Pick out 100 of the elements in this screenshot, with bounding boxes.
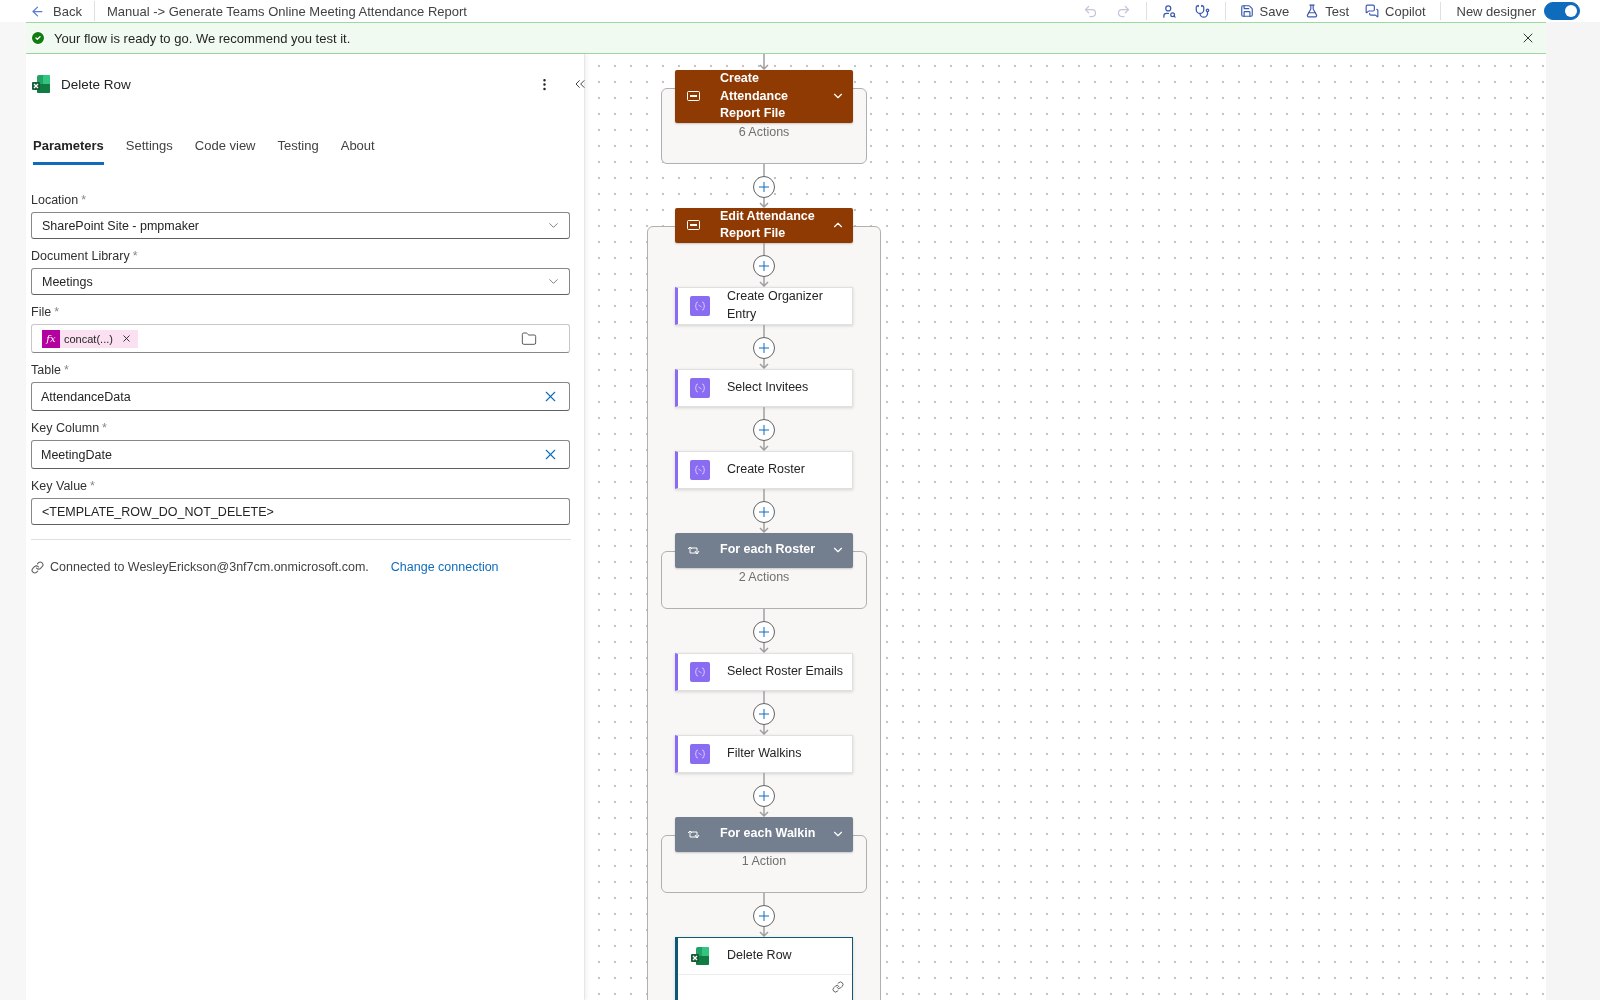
tab[interactable]: About bbox=[340, 132, 375, 165]
variable-icon bbox=[690, 377, 710, 398]
scope-step[interactable]: Edit Attendance Report File bbox=[675, 207, 853, 243]
step-title: Select Roster Emails bbox=[727, 662, 844, 680]
loop-icon bbox=[687, 828, 700, 840]
field-label: File bbox=[31, 305, 52, 319]
loop-step[interactable]: For each Roster bbox=[675, 532, 853, 568]
connector-arrow bbox=[759, 522, 769, 533]
dropdown-field[interactable]: Meetings bbox=[31, 268, 570, 295]
add-step-button[interactable] bbox=[753, 702, 775, 725]
dropdown-field[interactable]: SharePoint Site - pmpmaker bbox=[31, 212, 570, 239]
toggle-label: New designer bbox=[1456, 3, 1536, 19]
add-step-button[interactable] bbox=[753, 500, 775, 523]
input-field[interactable]: fx concat(...) bbox=[31, 324, 570, 353]
connection-text: Connected to WesleyErickson@3nf7cm.onmicrosoft.com. bbox=[50, 560, 369, 574]
variable-icon bbox=[690, 743, 710, 764]
link-icon bbox=[31, 560, 44, 574]
stethoscope-icon bbox=[1194, 3, 1210, 19]
action-step[interactable]: Select Invitees bbox=[675, 368, 853, 407]
connector-arrow bbox=[759, 806, 769, 817]
add-step-button[interactable] bbox=[753, 620, 775, 643]
add-step-button[interactable] bbox=[753, 784, 775, 807]
save-icon bbox=[1239, 4, 1254, 18]
action-count: 1 Action bbox=[741, 853, 787, 868]
add-step-button[interactable] bbox=[753, 175, 775, 198]
required-mark: * bbox=[54, 305, 60, 319]
scope-step[interactable]: Create Attendance Report File bbox=[675, 70, 853, 123]
step-title: Create Attendance Report File bbox=[720, 70, 790, 122]
field-label: Location bbox=[31, 193, 79, 207]
spreadsheet-icon bbox=[690, 945, 710, 966]
panel-title: Delete Row bbox=[61, 76, 132, 92]
add-step-button[interactable] bbox=[753, 254, 775, 277]
step-title: Filter Walkins bbox=[727, 744, 803, 762]
action-count: 6 Actions bbox=[738, 124, 790, 139]
remove-icon[interactable] bbox=[120, 333, 132, 344]
connector-arrow bbox=[759, 197, 769, 208]
field-label: Key Column bbox=[31, 421, 100, 435]
add-step-button[interactable] bbox=[753, 336, 775, 359]
connector-arrow bbox=[759, 642, 769, 653]
change-connection-link[interactable]: Change connection bbox=[390, 560, 499, 574]
required-mark: * bbox=[81, 193, 87, 207]
redo-icon bbox=[1115, 3, 1131, 19]
function-icon: fx bbox=[42, 329, 60, 348]
connector-arrow bbox=[759, 54, 769, 70]
tab[interactable]: Parameters bbox=[33, 132, 104, 165]
step-title: Create Roster bbox=[727, 460, 806, 478]
required-mark: * bbox=[102, 421, 107, 435]
action-step[interactable]: Select Roster Emails bbox=[675, 652, 853, 691]
required-mark: * bbox=[63, 363, 69, 377]
field-label: Table bbox=[31, 363, 61, 377]
loop-step[interactable]: For each Walkin bbox=[675, 816, 853, 852]
step-title: Edit Attendance Report File bbox=[720, 207, 816, 242]
expression-token[interactable]: fx concat(...) bbox=[42, 329, 138, 348]
back-button[interactable]: Back bbox=[30, 1, 95, 21]
required-mark: * bbox=[90, 479, 95, 493]
chat-icon bbox=[1365, 4, 1380, 18]
action-step[interactable]: Filter Walkins bbox=[675, 734, 853, 773]
step-title: Delete Row bbox=[727, 946, 793, 964]
field-label: Key Value bbox=[31, 479, 88, 493]
loop-icon bbox=[687, 544, 700, 556]
step-title: Select Invitees bbox=[727, 378, 810, 396]
person-search-icon bbox=[1161, 3, 1177, 19]
connector-arrow bbox=[759, 926, 769, 937]
token-label: concat(...) bbox=[64, 332, 113, 345]
step-title: For each Roster bbox=[720, 541, 817, 559]
input-field[interactable]: AttendanceData bbox=[31, 382, 570, 411]
spreadsheet-icon bbox=[31, 74, 51, 94]
flow-title: Manual -> Generate Teams Online Meeting Attendance Report bbox=[106, 3, 467, 19]
variable-icon bbox=[690, 459, 710, 480]
action-step[interactable]: Create Roster bbox=[675, 450, 853, 489]
required-mark: * bbox=[132, 249, 138, 263]
copilot-button[interactable]: Copilot bbox=[1357, 3, 1434, 19]
scope-icon bbox=[687, 220, 700, 230]
scope-icon bbox=[687, 91, 700, 102]
add-step-button[interactable] bbox=[753, 904, 775, 927]
variable-icon bbox=[690, 295, 710, 316]
success-icon bbox=[30, 30, 46, 46]
save-button[interactable]: Save bbox=[1231, 3, 1298, 19]
connector-arrow bbox=[759, 724, 769, 735]
step-title: For each Walkin bbox=[720, 825, 817, 843]
connector-arrow bbox=[759, 358, 769, 369]
toggle-switch[interactable] bbox=[1544, 2, 1580, 20]
step-title: Create Organizer Entry bbox=[727, 288, 824, 323]
field-label: Document Library bbox=[31, 249, 130, 263]
input-field[interactable]: MeetingDate bbox=[31, 440, 570, 469]
connector-arrow bbox=[759, 276, 769, 287]
add-step-button[interactable] bbox=[753, 418, 775, 441]
tab[interactable]: Code view bbox=[194, 132, 256, 165]
action-step[interactable]: Delete Row bbox=[675, 936, 853, 1000]
undo-icon bbox=[1082, 3, 1098, 19]
test-button[interactable]: Test bbox=[1297, 3, 1358, 19]
folder-icon[interactable] bbox=[521, 330, 537, 347]
banner-message: Your flow is ready to go. We recommend you test it. bbox=[54, 30, 352, 46]
input-field[interactable]: <TEMPLATE_ROW_DO_NOT_DELETE> bbox=[31, 498, 570, 525]
action-step[interactable]: Create Organizer Entry bbox=[675, 286, 853, 325]
tab[interactable]: Settings bbox=[125, 132, 173, 165]
variable-icon bbox=[690, 661, 710, 682]
connector-arrow bbox=[759, 440, 769, 451]
tab[interactable]: Testing bbox=[277, 132, 319, 165]
flask-icon bbox=[1305, 4, 1320, 18]
